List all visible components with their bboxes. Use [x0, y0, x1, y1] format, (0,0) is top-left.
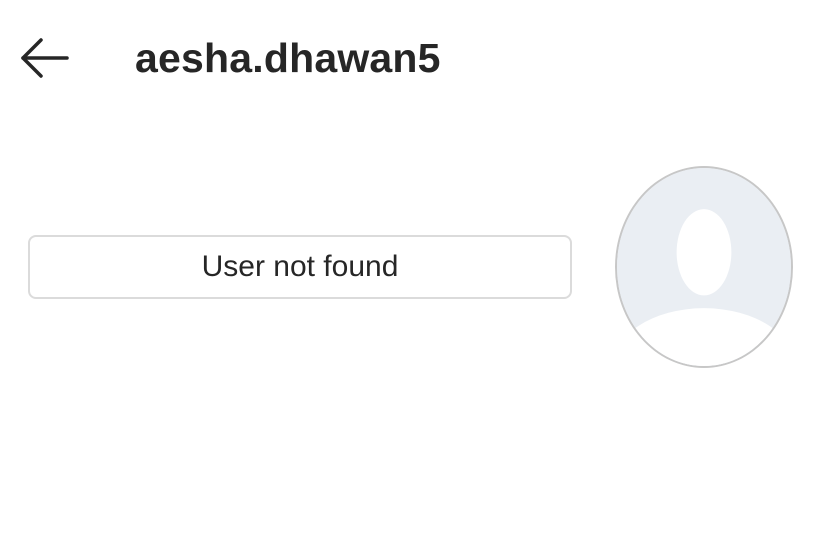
- profile-username: aesha.dhawan5: [135, 35, 441, 81]
- back-button[interactable]: [14, 30, 74, 86]
- profile-screen: aesha.dhawan5 User not found: [0, 0, 827, 551]
- arrow-left-icon: [21, 38, 69, 78]
- user-not-found-box: User not found: [28, 235, 572, 299]
- user-not-found-text: User not found: [201, 250, 399, 283]
- default-avatar-icon: [617, 168, 791, 366]
- avatar: [615, 166, 793, 368]
